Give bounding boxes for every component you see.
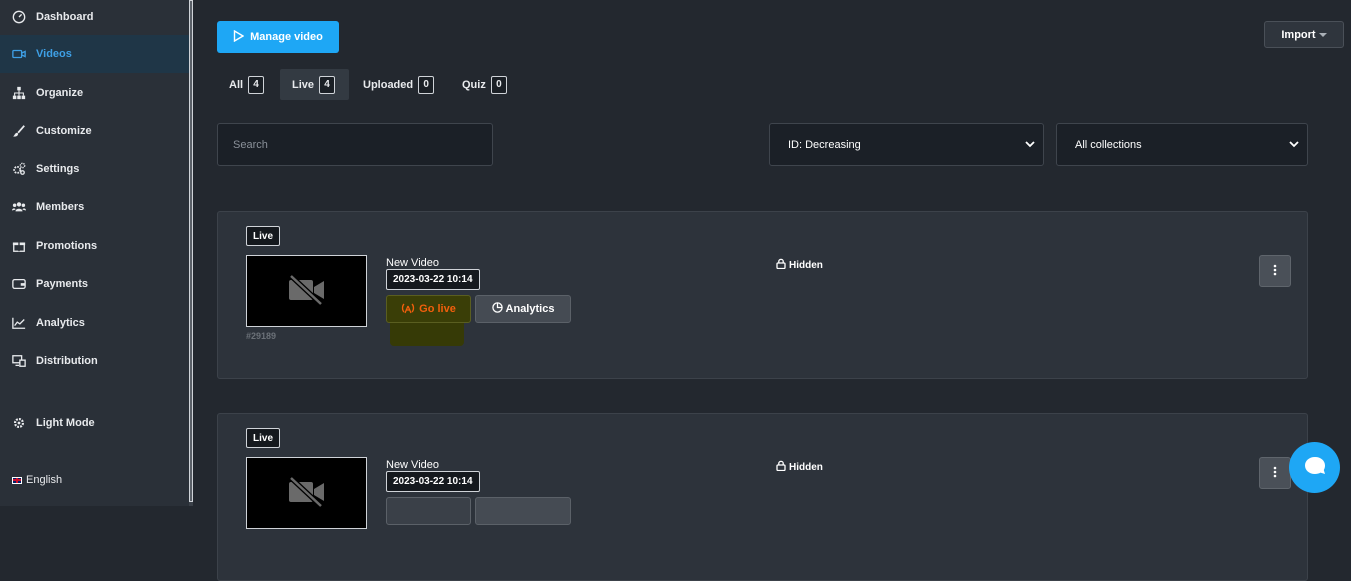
sort-value: ID: Decreasing: [788, 138, 861, 151]
analytics-button[interactable]: Analytics: [475, 295, 571, 323]
video-off-icon: [287, 475, 327, 511]
video-card: Live #29189 New Video 2023-03-22 10:14 G…: [217, 211, 1308, 379]
sidebar-item-label: Organize: [36, 87, 84, 99]
sidebar-item-analytics[interactable]: Analytics: [0, 304, 189, 342]
vertical-dots-icon: [1273, 264, 1277, 279]
import-button[interactable]: Import: [1264, 21, 1344, 48]
video-date: 2023-03-22 10:14: [386, 471, 480, 492]
caret-down-icon: [1318, 29, 1327, 41]
video-thumbnail[interactable]: [246, 255, 367, 327]
play-outline-icon: [233, 29, 245, 45]
broadcast-icon: [401, 302, 415, 317]
lock-icon: [776, 460, 786, 474]
sidebar: Dashboard Videos Organize Customize Sett…: [0, 0, 189, 506]
search-input[interactable]: [217, 123, 493, 166]
live-badge: Live: [246, 428, 281, 448]
line-chart-icon: [12, 316, 26, 330]
gear-icon: [12, 416, 26, 430]
sidebar-item-payments[interactable]: Payments: [0, 265, 189, 303]
video-off-icon: [287, 273, 327, 309]
gears-icon: [12, 162, 26, 176]
more-options-button[interactable]: [1259, 255, 1291, 287]
chevron-down-icon: [1289, 139, 1299, 151]
chevron-down-icon: [1025, 139, 1035, 151]
sidebar-item-promotions[interactable]: Promotions: [0, 227, 189, 265]
go-live-button[interactable]: Go live: [386, 295, 471, 323]
collection-select[interactable]: All collections: [1056, 123, 1308, 166]
tab-label: Uploaded: [363, 78, 414, 91]
go-live-button[interactable]: [386, 497, 471, 525]
sidebar-item-label: Distribution: [36, 355, 98, 367]
wallet-icon: [12, 277, 26, 291]
tab-uploaded[interactable]: Uploaded 0: [351, 69, 446, 100]
language-label: English: [26, 474, 63, 486]
visibility-status: Hidden: [776, 460, 823, 474]
tab-count: 4: [319, 75, 336, 94]
sidebar-item-label: Analytics: [36, 317, 85, 329]
distribution-icon: [12, 354, 26, 368]
status-label: Hidden: [789, 259, 823, 271]
sidebar-item-distribution[interactable]: Distribution: [0, 342, 189, 380]
brush-icon: [12, 124, 26, 138]
go-live-label: Go live: [419, 303, 456, 315]
chat-button[interactable]: [1289, 442, 1340, 493]
tab-label: All: [229, 78, 244, 91]
video-thumbnail[interactable]: [246, 457, 367, 529]
dashboard-icon: [12, 10, 26, 24]
sort-select[interactable]: ID: Decreasing: [769, 123, 1044, 166]
sidebar-item-videos[interactable]: Videos: [0, 35, 189, 73]
video-camera-icon: [12, 47, 26, 61]
visibility-status: Hidden: [776, 258, 823, 272]
sidebar-item-label: Customize: [36, 125, 92, 137]
sidebar-item-settings[interactable]: Settings: [0, 150, 189, 188]
sidebar-item-label: Promotions: [36, 240, 98, 252]
tab-live[interactable]: Live 4: [280, 69, 349, 100]
pie-chart-icon: [491, 302, 503, 316]
tab-all[interactable]: All 4: [217, 69, 276, 100]
tab-count: 4: [248, 75, 265, 94]
light-mode-toggle[interactable]: Light Mode: [0, 404, 189, 442]
go-live-highlight: [390, 320, 464, 346]
analytics-button[interactable]: [475, 497, 571, 525]
sidebar-item-label: Dashboard: [36, 11, 94, 23]
more-options-button[interactable]: [1259, 457, 1291, 489]
lock-icon: [776, 258, 786, 272]
video-title: New Video: [386, 257, 439, 269]
video-id: #29189: [246, 331, 277, 341]
video-card: Live New Video 2023-03-22 10:14 Hidden: [217, 413, 1308, 581]
scrollbar-thumb[interactable]: [189, 0, 193, 502]
manage-video-button[interactable]: Manage video: [217, 21, 339, 53]
collection-value: All collections: [1075, 138, 1142, 151]
language-selector[interactable]: English: [12, 474, 62, 486]
tab-label: Live: [292, 78, 315, 91]
gift-icon: [12, 239, 26, 253]
tab-count: 0: [418, 75, 435, 94]
sidebar-item-customize[interactable]: Customize: [0, 112, 189, 150]
status-label: Hidden: [789, 461, 823, 473]
light-mode-label: Light Mode: [36, 417, 95, 429]
sidebar-item-dashboard[interactable]: Dashboard: [0, 0, 189, 36]
sidebar-item-members[interactable]: Members: [0, 188, 189, 226]
sidebar-item-label: Payments: [36, 278, 88, 290]
users-icon: [12, 200, 26, 214]
manage-video-label: Manage video: [250, 31, 323, 43]
sidebar-item-label: Videos: [36, 48, 72, 60]
chat-bubble-icon: [1304, 456, 1326, 479]
live-badge: Live: [246, 226, 281, 246]
import-label: Import: [1281, 28, 1316, 41]
sitemap-icon: [12, 86, 26, 100]
analytics-label: Analytics: [505, 303, 555, 315]
tab-label: Quiz: [462, 78, 486, 91]
sidebar-item-label: Settings: [36, 163, 80, 175]
tab-count: 0: [490, 75, 507, 94]
sidebar-scrollbar[interactable]: [189, 0, 193, 506]
video-date: 2023-03-22 10:14: [386, 269, 480, 290]
sidebar-item-label: Members: [36, 201, 85, 213]
uk-flag-icon: [12, 476, 22, 484]
vertical-dots-icon: [1273, 466, 1277, 481]
sidebar-item-organize[interactable]: Organize: [0, 74, 189, 112]
video-title: New Video: [386, 459, 439, 471]
tab-quiz[interactable]: Quiz 0: [450, 69, 519, 100]
